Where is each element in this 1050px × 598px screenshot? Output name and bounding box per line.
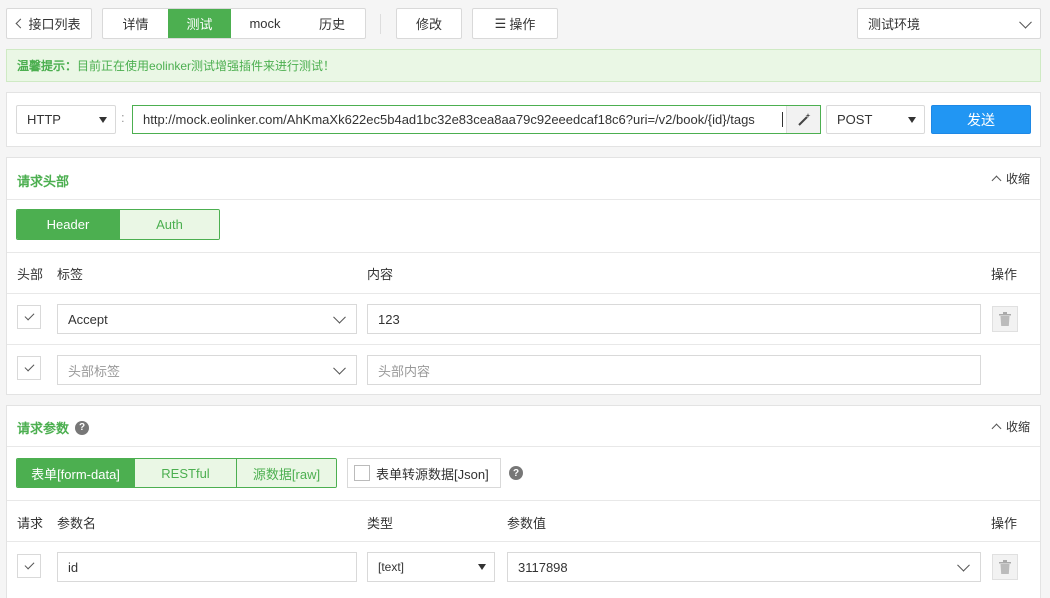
chevron-down-icon: [957, 558, 970, 572]
header-row-checkbox[interactable]: [17, 305, 41, 329]
method-value: POST: [837, 112, 873, 127]
request-bar: HTTP : http://mock.eolinker.com/AhKmaXk6…: [6, 92, 1041, 147]
col-actions: 操作: [991, 516, 1018, 531]
divider: [7, 344, 1040, 345]
collapse-label: 收缩: [1005, 172, 1030, 186]
header-label-select[interactable]: Accept: [57, 304, 357, 334]
divider: [7, 500, 1040, 501]
back-label: 接口列表: [28, 17, 81, 32]
param-name-value: id: [68, 559, 79, 575]
params-title-text: 请求参数: [17, 421, 70, 436]
environment-label: 测试环境: [868, 17, 921, 32]
chevron-left-icon: [16, 18, 26, 29]
new-header-checkbox[interactable]: [17, 356, 41, 380]
toolbar-divider: [380, 14, 381, 34]
chevron-down-icon: [1019, 15, 1032, 29]
col-type: 类型: [367, 516, 394, 531]
col-param-name: 参数名: [57, 516, 97, 531]
chevron-down-icon: [333, 361, 346, 375]
headers-tabs: Header Auth: [16, 209, 220, 240]
protocol-value: HTTP: [27, 112, 61, 127]
tip-text: 目前正在使用eolinker测试增强插件来进行测试！: [77, 59, 336, 73]
convert-to-json-toggle[interactable]: 表单转源数据[Json]: [347, 458, 501, 488]
view-tabs: 详情 测试 mock 历史: [102, 8, 366, 39]
check-icon: [24, 361, 34, 372]
param-value-value: 3117898: [518, 559, 568, 575]
header-content-value: 123: [378, 311, 400, 327]
back-to-list-button[interactable]: 接口列表: [6, 8, 92, 39]
new-header-content-placeholder: 头部内容: [378, 363, 431, 379]
col-param-value: 参数值: [507, 516, 547, 531]
menu-icon: ☰: [494, 15, 507, 31]
divider: [7, 252, 1040, 253]
help-icon[interactable]: ?: [509, 466, 523, 480]
param-type-value: [text]: [378, 560, 405, 574]
tab-mock[interactable]: mock: [231, 9, 299, 38]
col-enable: 头部: [17, 267, 44, 282]
chevron-down-icon: [333, 310, 346, 324]
new-header-label-select[interactable]: 头部标签: [57, 355, 357, 385]
params-section-title: 请求参数 ?: [17, 418, 90, 437]
check-icon: [24, 559, 34, 570]
divider: [7, 541, 1040, 542]
tab-auth[interactable]: Auth: [119, 210, 219, 239]
caret-down-icon: [478, 564, 486, 570]
tip-banner: 温馨提示： 目前正在使用eolinker测试增强插件来进行测试！: [6, 49, 1041, 82]
tab-raw[interactable]: 源数据[raw]: [236, 459, 336, 487]
tab-detail[interactable]: 详情: [103, 9, 168, 38]
request-params-panel: 请求参数 ? 收缩 表单[form-data] RESTful 源数据[raw]…: [6, 405, 1041, 598]
tab-restful[interactable]: RESTful: [134, 459, 236, 487]
environment-select[interactable]: 测试环境: [857, 8, 1041, 39]
help-icon[interactable]: ?: [75, 420, 90, 435]
tab-form-data[interactable]: 表单[form-data]: [17, 459, 134, 487]
param-type-select[interactable]: [text]: [367, 552, 495, 582]
method-select[interactable]: POST: [826, 105, 925, 134]
divider: [7, 199, 1040, 200]
new-header-content-input[interactable]: 头部内容: [367, 355, 981, 385]
url-input[interactable]: http://mock.eolinker.com/AhKmaXk622ec5b4…: [132, 105, 821, 134]
caret-down-icon: [908, 116, 916, 123]
col-required: 请求: [17, 516, 44, 531]
param-row-checkbox[interactable]: [17, 554, 41, 578]
new-header-label-placeholder: 头部标签: [68, 363, 121, 379]
convert-checkbox[interactable]: [354, 465, 370, 481]
tab-history[interactable]: 历史: [299, 9, 365, 38]
chevron-up-icon: [991, 423, 1002, 434]
caret-down-icon: [99, 116, 107, 123]
url-separator: :: [121, 110, 125, 125]
col-label: 标签: [57, 267, 84, 282]
operations-button[interactable]: ☰ 操作: [472, 8, 558, 39]
header-label-value: Accept: [68, 311, 108, 327]
convert-label: 表单转源数据[Json]: [376, 466, 489, 482]
collapse-label: 收缩: [1005, 420, 1030, 434]
magic-wand-icon: [797, 112, 810, 126]
header-content-input[interactable]: 123: [367, 304, 981, 334]
headers-section-title: 请求头部: [17, 174, 70, 189]
url-value: http://mock.eolinker.com/AhKmaXk622ec5b4…: [143, 112, 783, 127]
trash-icon: [999, 560, 1011, 574]
divider: [7, 446, 1040, 447]
magic-wand-button[interactable]: [786, 106, 820, 133]
tip-title: 温馨提示：: [17, 59, 78, 73]
params-tabs: 表单[form-data] RESTful 源数据[raw]: [16, 458, 337, 488]
delete-header-button[interactable]: [992, 306, 1018, 332]
send-button[interactable]: 发送: [931, 105, 1031, 134]
check-icon: [24, 310, 34, 321]
headers-collapse-button[interactable]: 收缩: [991, 170, 1030, 187]
delete-param-button[interactable]: [992, 554, 1018, 580]
divider: [7, 293, 1040, 294]
operations-label: 操作: [509, 17, 536, 32]
col-actions: 操作: [991, 267, 1018, 282]
edit-button[interactable]: 修改: [396, 8, 462, 39]
tab-test[interactable]: 测试: [168, 9, 231, 38]
trash-icon: [999, 312, 1011, 326]
col-content: 内容: [367, 267, 394, 282]
tab-header[interactable]: Header: [17, 210, 119, 239]
protocol-select[interactable]: HTTP: [16, 105, 116, 134]
chevron-up-icon: [991, 175, 1002, 186]
param-value-input[interactable]: 3117898: [507, 552, 981, 582]
param-name-input[interactable]: id: [57, 552, 357, 582]
params-collapse-button[interactable]: 收缩: [991, 418, 1030, 435]
request-headers-panel: 请求头部 收缩 Header Auth 头部 标签 内容 操作 Accept 1…: [6, 157, 1041, 395]
